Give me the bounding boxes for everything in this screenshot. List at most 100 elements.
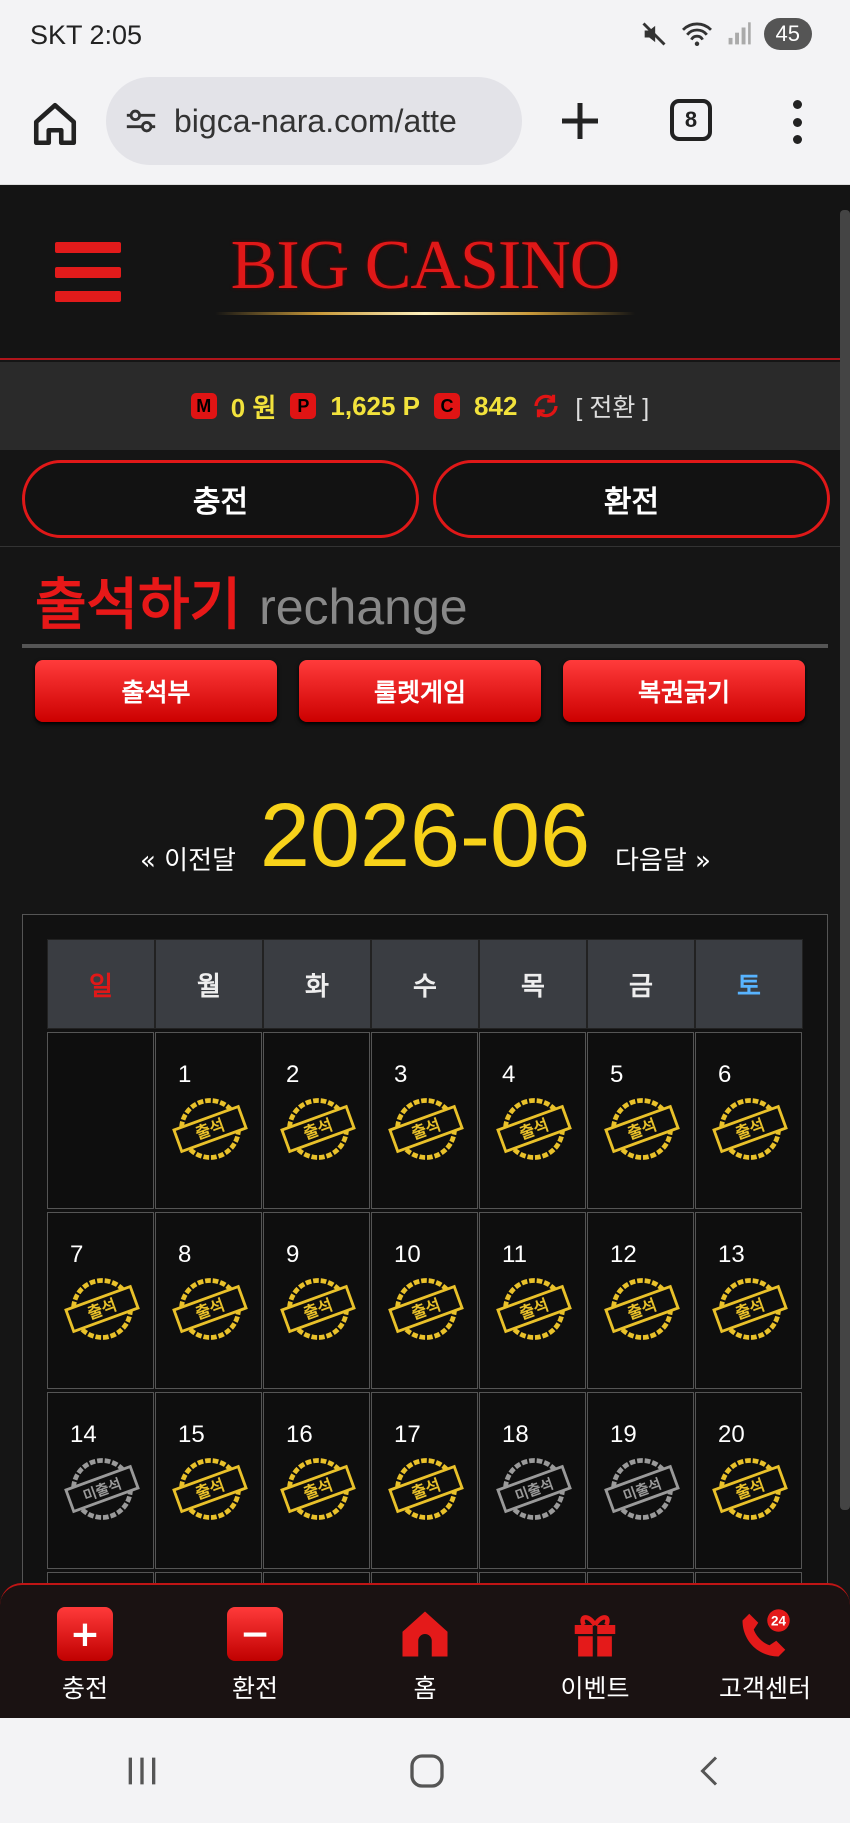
calendar-day-cell[interactable]: 16 출석	[263, 1392, 370, 1569]
points-bar: M 0 원 P 1,625 P C 842 [ 전환 ]	[0, 362, 840, 450]
prev-month-link[interactable]: « 이전달	[140, 840, 236, 877]
weekday-fri: 금	[587, 939, 695, 1029]
calendar-day-cell[interactable]: 7 출석	[47, 1212, 154, 1389]
stamp-label: 출석	[301, 1295, 335, 1323]
bottom-nav-support[interactable]: 24 고객센터	[680, 1585, 850, 1718]
phone-24-icon: 24	[742, 1609, 790, 1657]
calendar-day-cell[interactable]: 20 출석	[695, 1392, 802, 1569]
scratch-lottery-button[interactable]: 복권긁기	[563, 660, 805, 722]
plus-icon: +	[57, 1607, 113, 1661]
logo[interactable]: BIG CASINO	[205, 226, 645, 315]
status-bar: SKT 2:05 45	[0, 0, 850, 75]
calendar-day-cell[interactable]: 1 출석	[155, 1032, 262, 1209]
attendance-book-button[interactable]: 출석부	[35, 660, 277, 722]
convert-link[interactable]: [ 전환 ]	[575, 388, 649, 424]
gift-icon	[574, 1615, 616, 1657]
calendar-day-cell[interactable]: 3 출석	[371, 1032, 478, 1209]
minus-icon: −	[227, 1607, 283, 1661]
exchange-button[interactable]: 환전	[433, 460, 830, 538]
support-badge-text: 24	[771, 1614, 787, 1629]
calendar-day-cell[interactable]: 6 출석	[695, 1032, 802, 1209]
bottom-nav-label: 고객센터	[718, 1674, 811, 1703]
calendar-day-cell[interactable]: 11 출석	[479, 1212, 586, 1389]
logo-underline	[215, 312, 635, 315]
system-home-icon[interactable]	[407, 1751, 447, 1791]
attended-stamp-icon: 출석	[496, 1098, 572, 1160]
bottom-nav: + 충전 − 환전 홈 이벤트 24 고객센터	[0, 1583, 850, 1718]
battery-level: 45	[763, 18, 812, 50]
attended-stamp-icon: 출석	[712, 1458, 788, 1520]
charge-button[interactable]: 충전	[22, 460, 419, 538]
day-number: 5	[610, 1061, 624, 1088]
tab-switcher-button[interactable]: 8	[670, 99, 712, 141]
stamp-label: 출석	[193, 1115, 227, 1143]
calendar-day-cell[interactable]: 19 미출석	[587, 1392, 694, 1569]
stamp-label: 출석	[409, 1115, 443, 1143]
calendar-row: 1 출석 2 출석 3 출석 4 출석 5 출석 6 출석	[47, 1032, 803, 1209]
weekday-sun: 일	[47, 939, 155, 1029]
stamp-label: 출석	[625, 1115, 659, 1143]
calendar-row: 7 출석 8 출석 9 출석 10 출석 11 출석 12 출석 13 출석	[47, 1212, 803, 1389]
attended-stamp-icon: 출석	[388, 1458, 464, 1520]
sub-menu: 출석부 룰렛게임 복권긁기	[35, 660, 805, 722]
carrier-time: SKT 2:05	[30, 20, 143, 50]
section-title-kr: 출석하기	[35, 573, 242, 638]
day-number: 8	[178, 1241, 192, 1268]
address-bar[interactable]: bigca-nara.com/atte	[106, 77, 522, 165]
calendar-day-cell[interactable]: 9 출석	[263, 1212, 370, 1389]
missed-stamp-icon: 미출석	[604, 1458, 680, 1520]
bottom-nav-event[interactable]: 이벤트	[510, 1585, 680, 1718]
recent-apps-icon[interactable]	[122, 1753, 162, 1789]
calendar-day-cell[interactable]: 17 출석	[371, 1392, 478, 1569]
back-icon[interactable]	[692, 1751, 728, 1791]
day-number: 15	[178, 1421, 205, 1448]
stamp-label: 출석	[409, 1295, 443, 1323]
bottom-nav-exchange[interactable]: − 환전	[170, 1585, 340, 1718]
calendar-day-cell[interactable]: 13 출석	[695, 1212, 802, 1389]
calendar-day-cell[interactable]: 15 출석	[155, 1392, 262, 1569]
calendar-day-cell[interactable]	[47, 1032, 154, 1209]
browser-home-icon[interactable]	[30, 99, 80, 149]
bottom-nav-label: 이벤트	[560, 1674, 630, 1703]
stamp-label: 출석	[517, 1295, 551, 1323]
calendar-day-cell[interactable]: 5 출석	[587, 1032, 694, 1209]
day-number: 7	[70, 1241, 84, 1268]
more-menu-icon[interactable]	[782, 100, 812, 144]
day-number: 17	[394, 1421, 421, 1448]
day-number: 13	[718, 1241, 745, 1268]
bottom-nav-home[interactable]: 홈	[340, 1585, 510, 1718]
section-title-en: rechange	[259, 579, 468, 635]
site-settings-icon[interactable]	[124, 106, 158, 136]
casino-value: 842	[474, 390, 518, 421]
calendar-day-cell[interactable]: 14 미출석	[47, 1392, 154, 1569]
calendar-day-cell[interactable]: 8 출석	[155, 1212, 262, 1389]
day-number: 18	[502, 1421, 529, 1448]
calendar-row: 14 미출석 15 출석 16 출석 17 출석 18 미출석 19 미출석 20 출석	[47, 1392, 803, 1569]
calendar-header: 일 월 화 수 목 금 토	[47, 939, 803, 1029]
missed-stamp-icon: 미출석	[64, 1458, 140, 1520]
day-number: 3	[394, 1061, 408, 1088]
roulette-button[interactable]: 룰렛게임	[299, 660, 541, 722]
hamburger-menu-icon[interactable]	[55, 242, 121, 302]
attended-stamp-icon: 출석	[604, 1278, 680, 1340]
attended-stamp-icon: 출석	[388, 1098, 464, 1160]
refresh-icon[interactable]	[531, 391, 561, 421]
bottom-nav-label: 홈	[413, 1674, 437, 1703]
stamp-label: 출석	[193, 1295, 227, 1323]
wifi-icon	[681, 22, 712, 47]
day-number: 16	[286, 1421, 313, 1448]
day-number: 9	[286, 1241, 300, 1268]
attended-stamp-icon: 출석	[172, 1278, 248, 1340]
new-tab-icon[interactable]	[556, 97, 604, 145]
next-month-link[interactable]: 다음달 »	[615, 840, 711, 877]
missed-stamp-icon: 미출석	[496, 1458, 572, 1520]
calendar-day-cell[interactable]: 12 출석	[587, 1212, 694, 1389]
calendar-day-cell[interactable]: 2 출석	[263, 1032, 370, 1209]
calendar-day-cell[interactable]: 10 출석	[371, 1212, 478, 1389]
day-number: 11	[502, 1241, 527, 1268]
stamp-label: 출석	[193, 1475, 227, 1503]
calendar-day-cell[interactable]: 18 미출석	[479, 1392, 586, 1569]
bottom-nav-charge[interactable]: + 충전	[0, 1585, 170, 1718]
system-nav-bar	[0, 1718, 850, 1823]
calendar-day-cell[interactable]: 4 출석	[479, 1032, 586, 1209]
